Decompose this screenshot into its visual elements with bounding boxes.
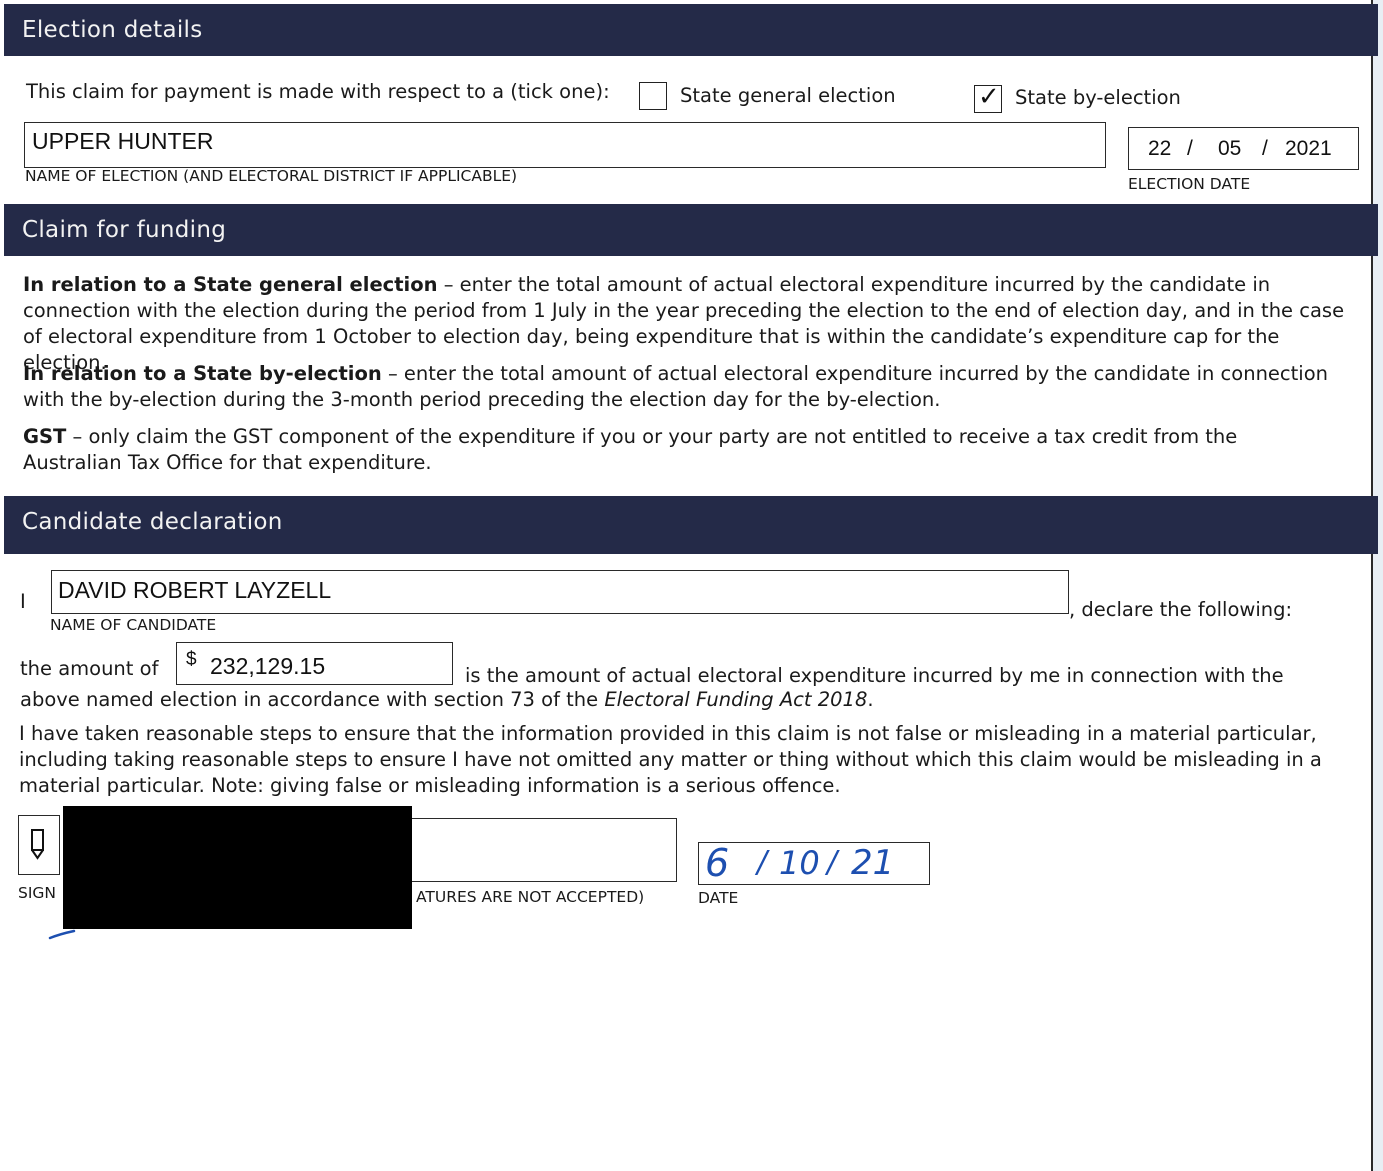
election-date-month: 05 [1218, 137, 1242, 160]
page-edge [1371, 0, 1383, 1171]
reasonable-steps-paragraph: I have taken reasonable steps to ensure … [19, 722, 1322, 797]
signature-field[interactable] [412, 818, 677, 882]
election-date-sep: / [1187, 137, 1193, 160]
amount-prefix: the amount of [20, 657, 159, 680]
amount-field[interactable]: $ 232,129.15 [176, 642, 453, 685]
amount-description-line-1: is the amount of actual electoral expend… [465, 664, 1284, 687]
claim-gst-paragraph: GST – only claim the GST component of th… [23, 424, 1283, 476]
signed-date-year: 21 [851, 843, 895, 883]
claim-by-election-paragraph: In relation to a State by-election – ent… [23, 361, 1358, 413]
section-header-candidate-declaration: Candidate declaration [4, 496, 1378, 554]
claim-gst-text: – only claim the GST component of the ex… [23, 425, 1238, 474]
election-date-year: 2021 [1285, 137, 1332, 160]
amount-description-end: . [867, 688, 874, 711]
signed-date-field[interactable]: 6 / 10 / 21 [698, 841, 930, 885]
claim-gst-heading: GST [23, 425, 67, 448]
checkmark-icon: ✓ [978, 82, 1000, 112]
declaration-i-label: I [20, 590, 26, 613]
redaction-block [63, 806, 412, 929]
signed-date-caption: DATE [698, 889, 739, 907]
amount-value: 232,129.15 [210, 653, 326, 679]
state-by-election-label: State by-election [1015, 86, 1181, 109]
election-name-value: UPPER HUNTER [32, 128, 214, 154]
section-header-claim-for-funding: Claim for funding [4, 204, 1378, 256]
signed-date-sep: / [757, 845, 768, 880]
ink-stroke [48, 929, 76, 940]
election-date-field[interactable]: 22 / 05 / 2021 [1128, 127, 1359, 170]
pen-icon [27, 828, 49, 865]
amount-description-text: above named election in accordance with … [20, 688, 605, 711]
signed-date-day: 6 [705, 841, 730, 885]
amount-description-line-2: above named election in accordance with … [20, 688, 874, 711]
claim-by-election-heading: In relation to a State by-election [23, 362, 382, 385]
state-general-election-checkbox[interactable] [639, 82, 667, 110]
currency-symbol: $ [186, 649, 197, 670]
election-date-sep-2: / [1262, 137, 1268, 160]
signed-date-sep-2: / [827, 845, 838, 880]
signature-caption-left: SIGN [18, 884, 57, 902]
tick-one-prompt: This claim for payment is made with resp… [26, 80, 610, 103]
signed-date-month: 10 [779, 844, 820, 882]
declare-following-text: , declare the following: [1069, 598, 1293, 621]
section-header-election-details: Election details [4, 4, 1378, 56]
election-date-day: 22 [1148, 137, 1172, 160]
election-name-field[interactable]: UPPER HUNTER [24, 122, 1106, 168]
claim-general-election-heading: In relation to a State general election [23, 273, 438, 296]
candidate-name-caption: NAME OF CANDIDATE [50, 616, 217, 634]
candidate-name-value: DAVID ROBERT LAYZELL [58, 577, 332, 603]
signature-field-left[interactable] [18, 815, 60, 875]
candidate-name-field[interactable]: DAVID ROBERT LAYZELL [51, 570, 1069, 614]
state-general-election-label: State general election [680, 84, 896, 107]
election-date-caption: ELECTION DATE [1128, 175, 1251, 193]
signature-caption-right: ATURES ARE NOT ACCEPTED) [416, 888, 645, 906]
state-by-election-checkbox[interactable]: ✓ [974, 82, 1002, 113]
act-name: Electoral Funding Act 2018 [604, 688, 868, 711]
election-name-caption: NAME OF ELECTION (AND ELECTORAL DISTRICT… [25, 167, 518, 185]
